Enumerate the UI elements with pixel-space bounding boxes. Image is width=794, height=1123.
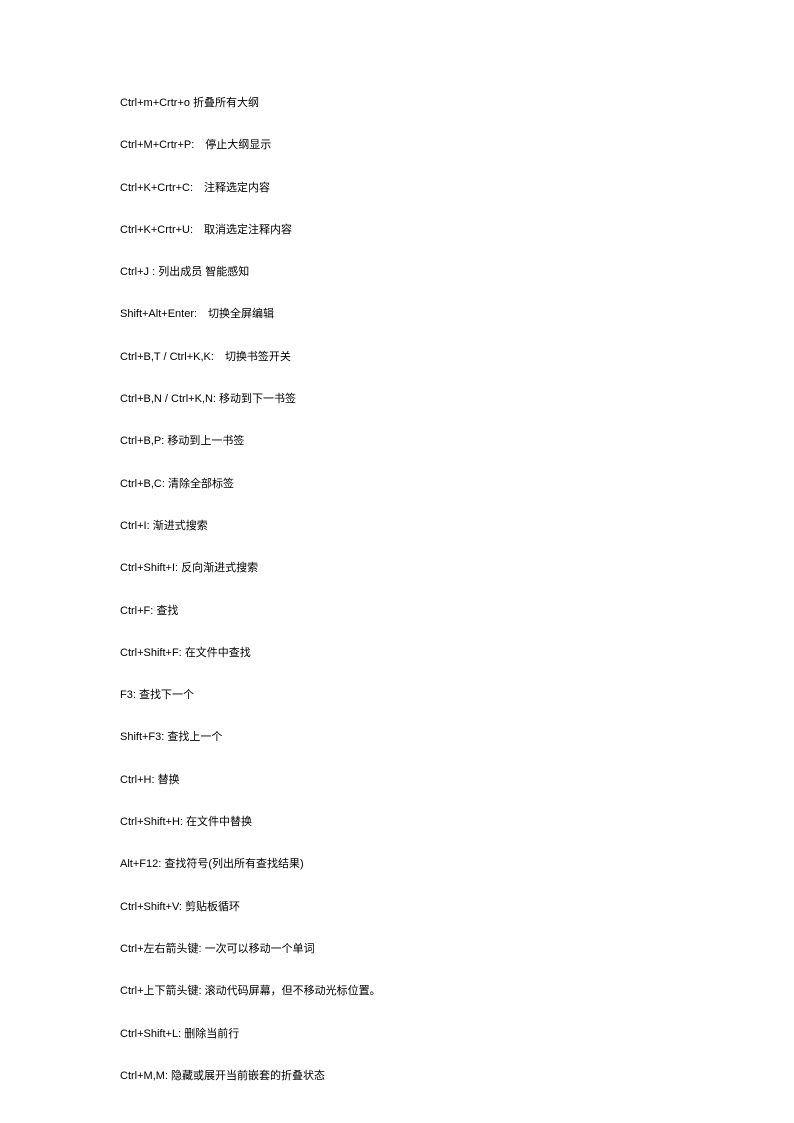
shortcut-description: 剪贴板循环: [185, 901, 240, 913]
shortcut-description: 替换: [158, 774, 180, 786]
shortcut-key: Ctrl+左右箭头键:: [120, 943, 202, 955]
shortcut-key: Ctrl+Shift+I:: [120, 562, 178, 574]
shortcut-description: 停止大纲显示: [205, 139, 271, 151]
shortcut-description: 隐藏或展开当前嵌套的折叠状态: [171, 1070, 325, 1082]
shortcut-key: Alt+F12:: [120, 858, 161, 870]
shortcut-item: Ctrl+B,T / Ctrl+K,K: 切换书签开关: [120, 350, 794, 364]
shortcut-item: Ctrl+Shift+I: 反向渐进式搜索: [120, 561, 794, 575]
shortcut-description: 折叠所有大纲: [193, 97, 259, 109]
shortcut-item: Ctrl+I: 渐进式搜索: [120, 519, 794, 533]
shortcut-item: Ctrl+左右箭头键: 一次可以移动一个单词: [120, 942, 794, 956]
shortcut-description: 查找: [156, 605, 178, 617]
shortcut-item: F3: 查找下一个: [120, 688, 794, 702]
shortcut-item: Shift+Alt+Enter: 切换全屏编辑: [120, 307, 794, 321]
shortcut-key: Ctrl+I:: [120, 520, 150, 532]
shortcut-item: Ctrl+F: 查找: [120, 604, 794, 618]
shortcut-key: Ctrl+Shift+L:: [120, 1028, 181, 1040]
shortcut-description: 查找下一个: [139, 689, 194, 701]
shortcut-item: Ctrl+Shift+V: 剪贴板循环: [120, 900, 794, 914]
shortcut-key: F3:: [120, 689, 136, 701]
shortcut-item: Ctrl+上下箭头键: 滚动代码屏幕，但不移动光标位置。: [120, 984, 794, 998]
shortcut-item: Alt+F12: 查找符号(列出所有查找结果): [120, 857, 794, 871]
shortcut-key: Ctrl+B,P:: [120, 435, 164, 447]
shortcut-item: Ctrl+Shift+F: 在文件中查找: [120, 646, 794, 660]
shortcut-description: 切换书签开关: [225, 351, 291, 363]
shortcut-key: Ctrl+F:: [120, 605, 153, 617]
shortcut-key: Ctrl+J :: [120, 266, 155, 278]
shortcut-key: Ctrl+上下箭头键:: [120, 985, 202, 997]
shortcut-description: 注释选定内容: [204, 182, 270, 194]
shortcut-description: 删除当前行: [184, 1028, 239, 1040]
shortcut-item: Ctrl+M+Crtr+P: 停止大纲显示: [120, 138, 794, 152]
shortcut-description: 取消选定注释内容: [204, 224, 292, 236]
shortcut-item: Ctrl+Shift+L: 删除当前行: [120, 1027, 794, 1041]
shortcut-key: Ctrl+H:: [120, 774, 155, 786]
shortcut-key: Ctrl+Shift+F:: [120, 647, 182, 659]
shortcut-description: 一次可以移动一个单词: [205, 943, 315, 955]
shortcut-description: 滚动代码屏幕，但不移动光标位置。: [205, 985, 381, 997]
shortcut-item: Ctrl+K+Crtr+U: 取消选定注释内容: [120, 223, 794, 237]
shortcut-description: 切换全屏编辑: [208, 308, 274, 320]
shortcut-description: 列出成员 智能感知: [158, 266, 249, 278]
shortcut-key: Shift+F3:: [120, 731, 164, 743]
shortcut-key: Ctrl+M+Crtr+P:: [120, 139, 194, 151]
shortcut-description: 移动到上一书签: [167, 435, 244, 447]
shortcut-key: Ctrl+B,N / Ctrl+K,N:: [120, 393, 216, 405]
shortcut-description: 查找符号(列出所有查找结果): [164, 858, 303, 870]
shortcut-description: 反向渐进式搜索: [181, 562, 258, 574]
shortcut-key: Ctrl+M,M:: [120, 1070, 168, 1082]
shortcut-description: 查找上一个: [167, 731, 222, 743]
shortcut-key: Ctrl+K+Crtr+C:: [120, 182, 193, 194]
shortcut-description: 在文件中替换: [186, 816, 252, 828]
shortcut-item: Ctrl+M,M: 隐藏或展开当前嵌套的折叠状态: [120, 1069, 794, 1083]
shortcut-key: Ctrl+B,T / Ctrl+K,K:: [120, 351, 214, 363]
shortcut-description: 清除全部标签: [168, 478, 234, 490]
shortcut-key: Ctrl+m+Crtr+o: [120, 97, 190, 109]
shortcut-item: Ctrl+H: 替换: [120, 773, 794, 787]
shortcut-key: Ctrl+K+Crtr+U:: [120, 224, 193, 236]
shortcut-item: Shift+F3: 查找上一个: [120, 730, 794, 744]
shortcut-key: Ctrl+Shift+H:: [120, 816, 183, 828]
shortcut-key: Shift+Alt+Enter:: [120, 308, 197, 320]
shortcut-item: Ctrl+Shift+H: 在文件中替换: [120, 815, 794, 829]
shortcut-key: Ctrl+Shift+V:: [120, 901, 182, 913]
shortcut-item: Ctrl+B,P: 移动到上一书签: [120, 434, 794, 448]
shortcut-item: Ctrl+m+Crtr+o 折叠所有大纲: [120, 96, 794, 110]
shortcuts-list: Ctrl+m+Crtr+o 折叠所有大纲 Ctrl+M+Crtr+P: 停止大纲显…: [120, 96, 794, 1083]
shortcut-description: 在文件中查找: [185, 647, 251, 659]
shortcut-description: 渐进式搜索: [153, 520, 208, 532]
shortcut-item: Ctrl+B,C: 清除全部标签: [120, 477, 794, 491]
shortcut-item: Ctrl+J : 列出成员 智能感知: [120, 265, 794, 279]
shortcut-item: Ctrl+K+Crtr+C: 注释选定内容: [120, 181, 794, 195]
shortcut-item: Ctrl+B,N / Ctrl+K,N: 移动到下一书签: [120, 392, 794, 406]
shortcut-key: Ctrl+B,C:: [120, 478, 165, 490]
shortcut-description: 移动到下一书签: [219, 393, 296, 405]
